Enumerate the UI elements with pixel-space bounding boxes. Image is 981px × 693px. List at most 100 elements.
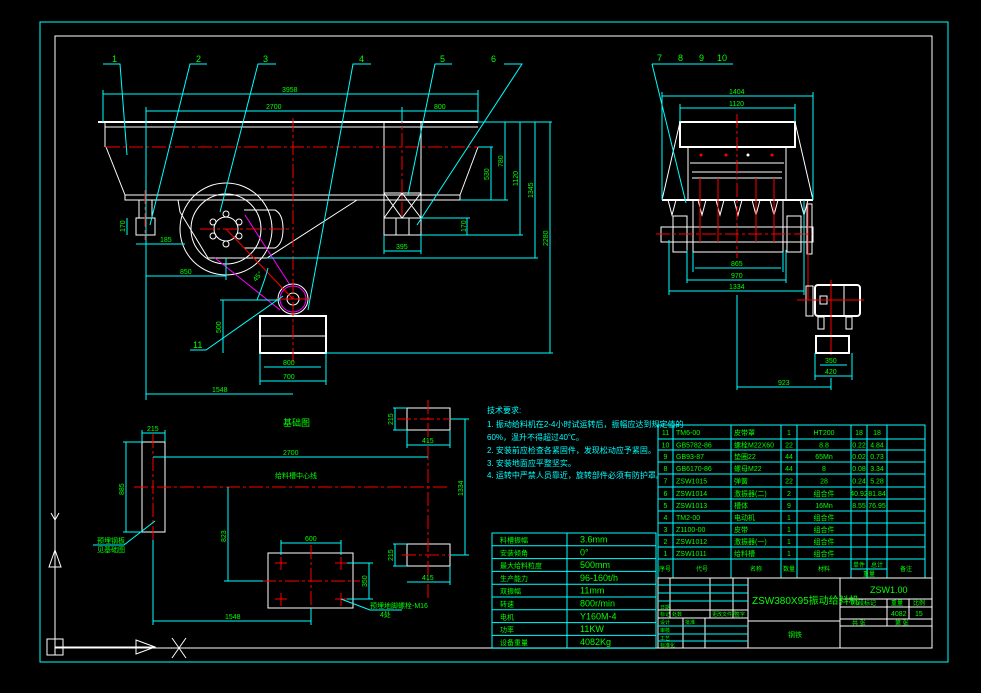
dim-1120-side: 1120 (729, 101, 744, 108)
parts-cell: 2 (787, 491, 791, 498)
dim-780: 780 (498, 155, 505, 167)
title-block-label: 处数 (672, 611, 682, 618)
weight-value: 4082 (891, 611, 907, 618)
parts-cell: 组合件 (814, 549, 835, 558)
notes-line-4: 3. 安装地面应平整坚实。 (487, 458, 576, 468)
parts-cell: 2 (664, 539, 668, 546)
parts-row: 1 ZSW1011 给料槽 1 组合件 (664, 549, 835, 558)
parts-cell: ZSW1012 (676, 539, 707, 546)
callout-2: 2 (196, 54, 201, 64)
parts-cell: 28 (820, 479, 828, 486)
title-block: ZSW380X95振动给料机 钢铁 ZSW1.00 阶段标记 重量 比例 408… (657, 577, 933, 649)
parts-cell: 81.84 (868, 491, 886, 498)
dim-170-right: 170 (461, 220, 468, 232)
parts-cell: 5.28 (870, 479, 884, 486)
dim-420: 420 (825, 369, 837, 376)
parts-cell: 18 (855, 430, 863, 437)
param-row: 最大给料粒度 500mm (500, 560, 610, 570)
param-row: 料槽振幅 3.6mm (500, 535, 608, 545)
dim-823: 823 (221, 530, 228, 542)
parts-row: 4 TM2-00 电动机 1 组合件 (664, 513, 835, 522)
company-name: 钢铁 (788, 630, 802, 639)
parts-cell: 10 (662, 443, 670, 450)
param-value: Y160M-4 (580, 611, 617, 621)
title-block-label: 设计 (660, 619, 670, 626)
param-label: 安装倾角 (500, 548, 528, 557)
param-value: 500mm (580, 560, 610, 570)
dim-800: 800 (434, 104, 446, 111)
dim-1548: 1548 (212, 387, 228, 394)
parts-cell: 4.84 (870, 443, 884, 450)
dim-1404: 1404 (729, 89, 745, 96)
callout-3: 3 (263, 54, 268, 64)
parts-cell: 44 (785, 466, 793, 473)
callout-4: 4 (359, 54, 364, 64)
title-block-label: 标准化 (660, 642, 675, 649)
centerline-label: 给料槽中心线 (275, 471, 317, 480)
parts-cell: 激振器(一) (734, 537, 767, 546)
param-label: 料槽振幅 (500, 536, 528, 545)
dim-2280: 2280 (543, 230, 550, 246)
dim-970: 970 (731, 273, 743, 280)
parts-cell: 40.92 (850, 491, 868, 498)
callout-1: 1 (112, 54, 117, 64)
sheet-number: 第 张 (895, 619, 909, 627)
notes-line-1: 1. 振动给料机在2-4小时试运转后，振幅应达到规定值的 (487, 419, 683, 429)
param-row: 双振幅 11mm (500, 586, 604, 596)
parts-cell: 76.95 (868, 503, 886, 510)
dim-3958: 3958 (282, 87, 298, 94)
ucs-axis-icon (46, 512, 187, 659)
parts-cell: 22 (785, 443, 793, 450)
parts-cell: 5 (664, 503, 668, 510)
parts-cell: Z1100-00 (676, 527, 706, 534)
callout-11: 11 (193, 340, 202, 350)
title-block-label: 签字 (735, 611, 745, 618)
parts-cell: 0.22 (852, 443, 866, 450)
parts-cell: 弹簧 (734, 477, 748, 486)
header-qty: 数量 (783, 565, 795, 573)
parts-cell: 8 (664, 466, 668, 473)
dim-2700: 2700 (266, 104, 282, 111)
scale-value: 15 (915, 611, 923, 618)
parts-cell: 0.73 (870, 454, 884, 461)
header-remark: 备注 (900, 565, 912, 573)
parts-cell: 8 (822, 466, 826, 473)
parts-cell: 11 (662, 430, 669, 437)
dim-185: 185 (160, 237, 172, 244)
parts-cell: 1 (787, 430, 791, 437)
dim-415-bottom: 415 (422, 575, 434, 582)
dim-1334-plan: 1334 (458, 480, 465, 496)
product-name: ZSW380X95振动给料机 (752, 594, 859, 607)
parts-cell: 1 (664, 551, 668, 558)
param-row: 生产能力 96-160t/h (500, 573, 618, 583)
parts-cell: GB6170-86 (676, 466, 712, 473)
parts-cell: GB93-87 (676, 454, 704, 461)
param-row: 电机 Y160M-4 (500, 611, 617, 621)
dim-215-top: 215 (388, 413, 395, 425)
notes-line-2: 60%，温升不得超过40℃。 (487, 432, 584, 442)
dim-600: 600 (305, 536, 317, 543)
foundation-plan: 基础图 给料槽中心线 预埋钢板 见基础图 预埋地脚螺栓-M16 4处 215 8… (93, 400, 469, 625)
title-block-label: 更改文件号 (712, 611, 737, 618)
weight-label: 重量 (891, 599, 903, 607)
dim-800b: 800 (283, 360, 295, 367)
parts-cell: 1 (787, 515, 791, 522)
parts-cell: 3.34 (870, 466, 884, 473)
notes-title: 技术要求: (487, 405, 521, 415)
dim-530: 530 (484, 168, 491, 180)
parts-cell: 9 (664, 454, 668, 461)
parts-cell: 皮带罩 (734, 428, 755, 437)
title-block-label: 日期 (660, 605, 670, 611)
header-total: 总计 (871, 561, 883, 569)
param-value: 11mm (580, 586, 604, 596)
parts-cell: 8.55 (852, 503, 866, 510)
param-label: 生产能力 (500, 574, 528, 583)
parameter-table: 料槽振幅 3.6mm 安装倾角 0° 最大给料粒度 500mm 生产能力 96-160t/h 双… (491, 532, 657, 649)
side-view: 7 8 9 10 1404 1120 865 970 1334 350 420 … (651, 53, 864, 390)
dim-45: 45° (251, 270, 264, 283)
dim-2700-plan: 2700 (283, 450, 299, 457)
dim-1120: 1120 (513, 171, 520, 186)
title-block-label: 批准 (685, 619, 695, 626)
dim-850: 850 (180, 269, 192, 276)
param-label: 电机 (500, 612, 514, 621)
